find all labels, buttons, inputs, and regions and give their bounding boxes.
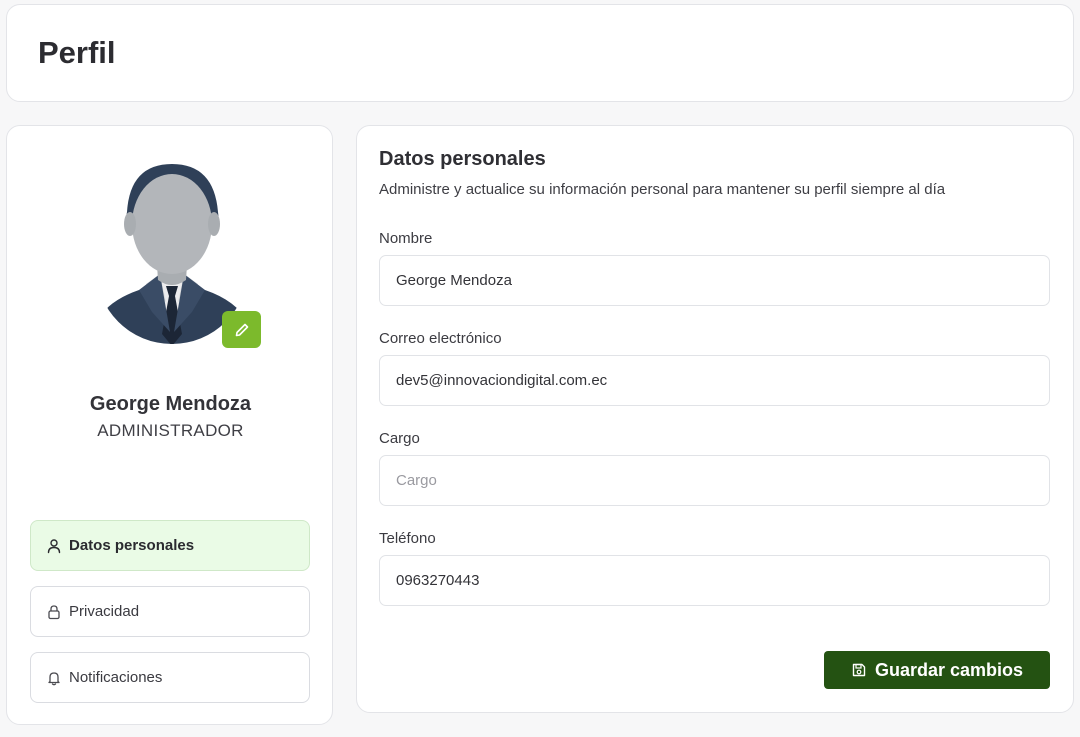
name-label: Nombre [379,230,433,247]
email-field[interactable] [379,355,1050,406]
sidebar-item-notifications[interactable]: Notificaciones [30,652,310,703]
user-icon [47,538,61,553]
profile-card: George Mendoza ADMINISTRADOR Datos perso… [6,125,333,725]
page-title: Perfil [38,35,116,70]
personal-data-form: Datos personales Administre y actualice … [356,125,1074,713]
lock-icon [48,604,60,619]
sidebar-item-label: Notificaciones [69,669,163,686]
save-button[interactable]: Guardar cambios [824,651,1050,689]
position-field[interactable] [379,455,1050,506]
phone-field[interactable] [379,555,1050,606]
position-label: Cargo [379,430,420,447]
sidebar-item-label: Privacidad [69,603,140,620]
floppy-disk-icon [852,663,866,677]
phone-label: Teléfono [379,530,436,547]
sidebar-item-privacy[interactable]: Privacidad [30,586,310,637]
edit-avatar-button[interactable] [222,311,261,348]
user-name: George Mendoza [89,393,252,415]
pencil-icon [235,323,248,336]
user-role: ADMINISTRADOR [97,421,244,440]
bell-icon [48,671,60,685]
section-title: Datos personales [379,148,546,170]
save-button-label: Guardar cambios [874,659,1024,680]
sidebar-item-personal-data[interactable]: Datos personales [30,520,310,571]
name-field[interactable] [379,255,1050,306]
sidebar-item-label: Datos personales [69,537,195,554]
email-label: Correo electrónico [379,330,502,347]
section-description: Administre y actualice su información pe… [379,181,946,198]
header-card: Perfil [6,4,1074,102]
